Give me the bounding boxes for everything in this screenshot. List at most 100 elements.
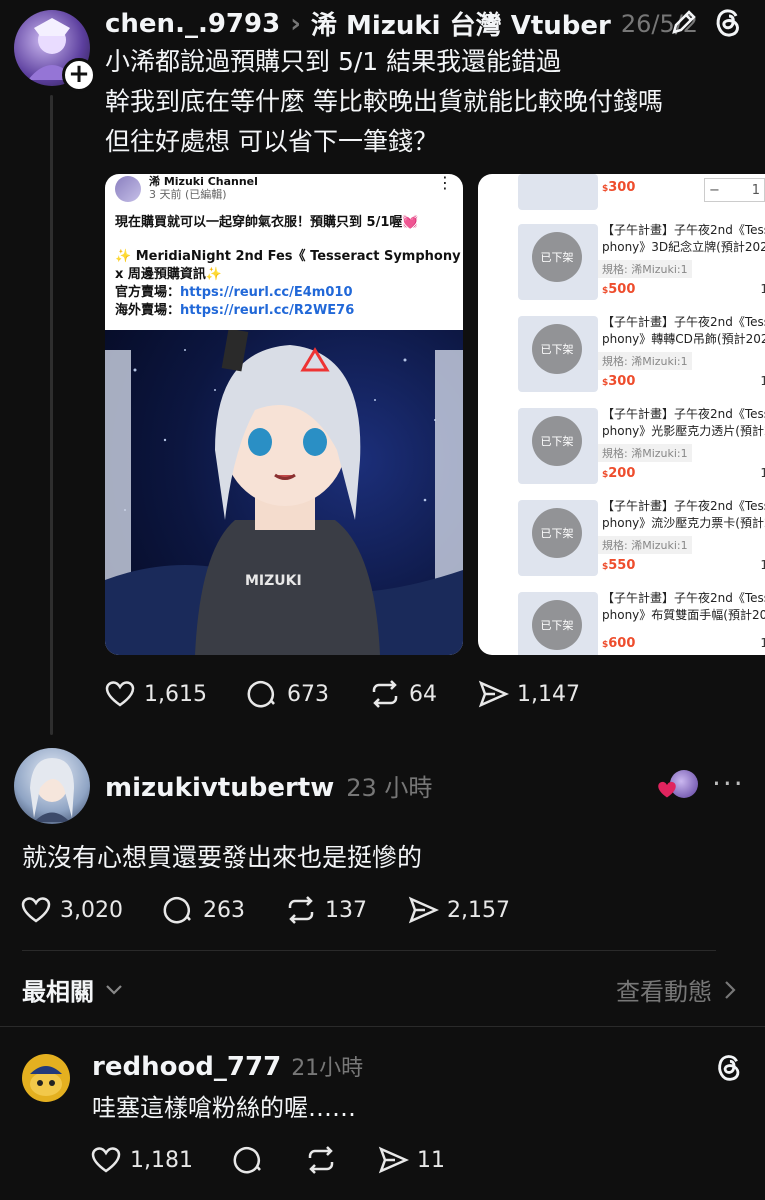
- repost-count: 64: [408, 681, 437, 707]
- follow-plus-button[interactable]: +: [62, 58, 96, 92]
- fb-event-subtitle: x 周邊預購資訊✨: [115, 267, 223, 282]
- edit-icon[interactable]: [668, 6, 700, 38]
- shop-item-title-2: phony》流沙壓克力票卡(預計20: [602, 516, 765, 530]
- repost-button[interactable]: 137: [285, 894, 367, 926]
- comment-count: 673: [286, 681, 329, 707]
- share-button[interactable]: 11: [377, 1144, 445, 1176]
- section-divider: [0, 1026, 765, 1027]
- like-count: 1,181: [130, 1147, 193, 1173]
- chevron-right-icon: [725, 980, 736, 999]
- vtuber-illustration: MIZUKI: [105, 330, 463, 655]
- chevron-down-icon: [106, 984, 122, 995]
- comment-time: 21小時: [291, 1056, 364, 1081]
- post-username[interactable]: chen._.9793: [105, 9, 280, 39]
- reply-username[interactable]: mizukivtubertw: [105, 773, 334, 803]
- fb-official-link[interactable]: https://reurl.cc/E4m010: [180, 285, 352, 300]
- post-line-1: 小浠都說過預購只到 5/1 結果我還能錯過: [105, 47, 562, 76]
- post-action-bar: 1,615 673 64 1,147: [104, 678, 580, 710]
- fb-page-name: 浠 Mizuki Channel: [149, 175, 258, 188]
- heart-filled-icon: [658, 781, 676, 798]
- sold-out-badge: 已下架: [532, 600, 582, 650]
- post-line-2: 幹我到底在等什麼 等比較晚出貨就能比較晚付錢嗎: [105, 87, 663, 116]
- send-icon: [378, 1146, 409, 1174]
- shop-item-title-2: phony》布質雙面手幅(預計202: [602, 608, 765, 622]
- post-header: chen._.9793 › 浠 Mizuki 台灣 Vtuber 26/5/2: [105, 5, 698, 42]
- shop-item[interactable]: 已下架 【子午計畫】子午夜2nd《Tess phony》3D紀念立牌(預計202…: [478, 220, 765, 312]
- fb-page-avatar: [115, 176, 141, 202]
- shop-item-price: $200: [602, 466, 636, 481]
- shop-item-price: $600: [602, 636, 636, 651]
- shop-item[interactable]: 已下架 【子午計畫】子午夜2nd《Tess phony》布質雙面手幅(預計202…: [478, 588, 765, 655]
- sold-out-badge: 已下架: [532, 508, 582, 558]
- like-button[interactable]: 1,181: [90, 1144, 193, 1176]
- sold-out-badge: 已下架: [532, 324, 582, 374]
- shop-item-spec: 規格: 浠Mizuki:1: [598, 260, 692, 278]
- quantity-stepper[interactable]: −1: [704, 178, 765, 202]
- repost-button[interactable]: [305, 1144, 337, 1176]
- fb-headline: 現在購買就可以一起穿帥氣衣服！預購只到 5/1喔💓: [115, 215, 419, 230]
- shop-item-qty: 1: [760, 282, 765, 296]
- fb-post-time: 3 天前 (已編輯): [149, 188, 227, 201]
- comment-count: 263: [202, 897, 245, 923]
- shop-item-title-2: phony》轉轉CD吊飾(預計2026: [602, 332, 765, 346]
- thread-line: [50, 95, 53, 735]
- shop-item[interactable]: 已下架 【子午計畫】子午夜2nd《Tess phony》流沙壓克力票卡(預計20…: [478, 496, 765, 588]
- shirt-text: MIZUKI: [245, 573, 302, 589]
- threads-logo-icon[interactable]: [712, 1050, 746, 1084]
- repost-icon: [288, 896, 314, 924]
- heart-icon: [21, 897, 51, 923]
- comment-text: 哇塞這樣嗆粉絲的喔……: [92, 1094, 356, 1122]
- like-count: 1,615: [144, 681, 207, 707]
- media-image-1[interactable]: 浠 Mizuki Channel 3 天前 (已編輯) ⋮ 現在購買就可以一起穿…: [105, 174, 463, 655]
- shop-item-title-2: phony》光影壓克力透片(預計20: [602, 424, 765, 438]
- reply-action-bar: 3,020 263 137 2,157: [20, 894, 510, 926]
- media-image-2[interactable]: $300 −1 已下架 【子午計畫】子午夜2nd《Tess phony》3D紀念…: [478, 174, 765, 655]
- threads-logo-icon[interactable]: [710, 4, 746, 40]
- post-community[interactable]: 浠 Mizuki 台灣 Vtuber: [311, 5, 611, 42]
- shop-item-price: $550: [602, 558, 636, 573]
- shop-item-price: $300: [602, 374, 636, 389]
- shop-item-qty: 1: [760, 374, 765, 388]
- shop-item-title: 【子午計畫】子午夜2nd《Tess: [602, 407, 765, 421]
- shop-item-title: 【子午計畫】子午夜2nd《Tess: [602, 499, 765, 513]
- shop-item-title: 【子午計畫】子午夜2nd《Tess: [602, 223, 765, 237]
- shop-item-price: $500: [602, 282, 636, 297]
- minus-icon[interactable]: −: [709, 183, 720, 198]
- sort-dropdown[interactable]: 最相關: [22, 972, 124, 1007]
- share-button[interactable]: 1,147: [477, 678, 580, 710]
- comment-button[interactable]: 263: [163, 894, 245, 926]
- comment-username[interactable]: redhood_777: [92, 1052, 281, 1082]
- shop-item[interactable]: 已下架 【子午計畫】子午夜2nd《Tess phony》轉轉CD吊飾(預計202…: [478, 312, 765, 404]
- like-button[interactable]: 3,020: [20, 894, 123, 926]
- fb-overseas-link[interactable]: https://reurl.cc/R2WE76: [180, 303, 354, 318]
- fb-event-title: ✨ MeridiaNight 2nd Fes《 Tesseract Sympho…: [115, 249, 463, 264]
- product-thumb: [518, 174, 598, 210]
- shop-item-title-2: phony》3D紀念立牌(預計2026: [602, 240, 765, 254]
- reply-avatar[interactable]: [14, 748, 90, 824]
- view-activity-link[interactable]: 查看動態: [616, 972, 736, 1007]
- like-button[interactable]: 1,615: [104, 678, 207, 710]
- post-body: 小浠都說過預購只到 5/1 結果我還能錯過 幹我到底在等什麼 等比較晚出貨就能比…: [105, 42, 663, 162]
- reply-header: mizukivtubertw 23 小時: [105, 768, 432, 803]
- shop-item-spec: 規格: 浠Mizuki:1: [598, 536, 692, 554]
- product-price: $300: [602, 180, 636, 195]
- sold-out-badge: 已下架: [532, 416, 582, 466]
- send-icon: [478, 680, 509, 708]
- repost-button[interactable]: 64: [369, 678, 437, 710]
- comment-button[interactable]: 673: [247, 678, 329, 710]
- comment-avatar[interactable]: [22, 1054, 70, 1102]
- reply-text: 就沒有心想買還要發出來也是挺慘的: [22, 843, 423, 872]
- comment-header: redhood_777 21小時: [92, 1050, 363, 1082]
- shop-item-spec: 規格: 浠Mizuki:1: [598, 444, 692, 462]
- view-activity-label: 查看動態: [616, 978, 712, 1006]
- repost-icon: [372, 680, 398, 708]
- comment-button[interactable]: [233, 1144, 265, 1176]
- shop-item[interactable]: 已下架 【子午計畫】子午夜2nd《Tess phony》光影壓克力透片(預計20…: [478, 404, 765, 496]
- comment-icon: [233, 1146, 261, 1174]
- share-count: 11: [416, 1147, 445, 1173]
- more-options-icon[interactable]: ···: [712, 770, 745, 798]
- sort-label: 最相關: [22, 978, 94, 1006]
- section-divider: [22, 950, 716, 951]
- quantity-value: 1: [751, 182, 760, 198]
- share-button[interactable]: 2,157: [407, 894, 510, 926]
